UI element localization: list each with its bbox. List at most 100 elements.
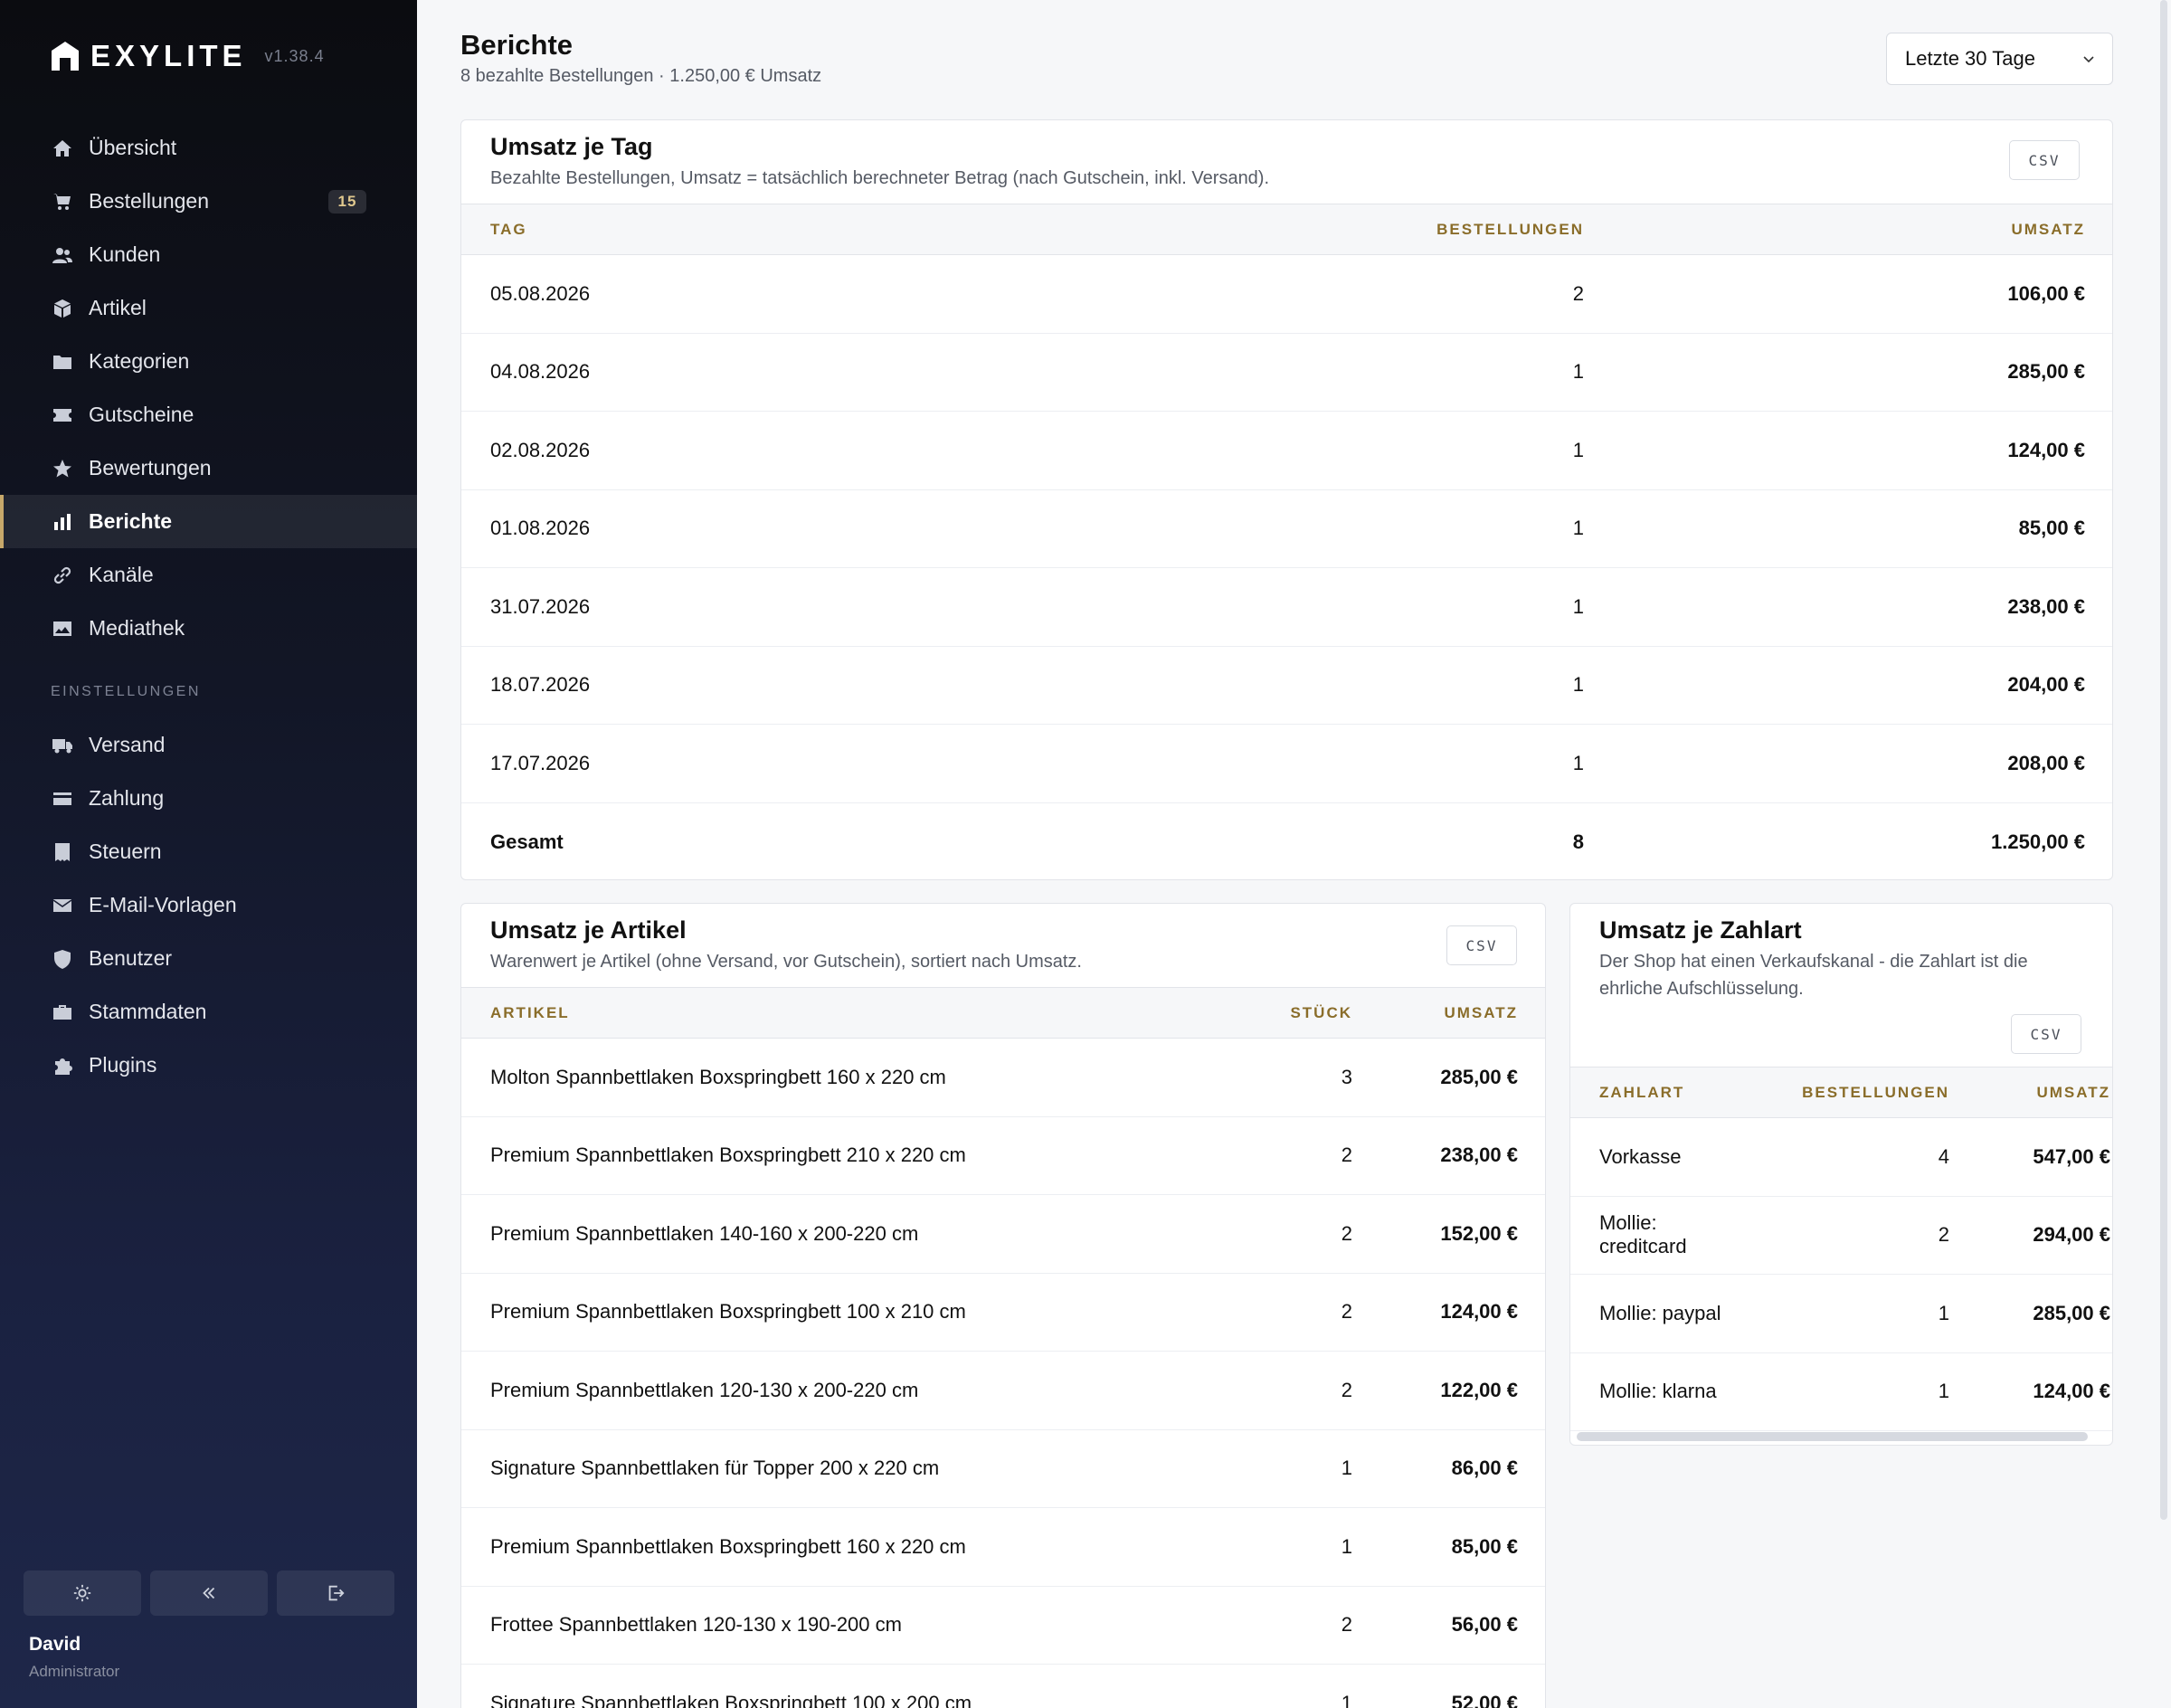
user-name: David [29,1634,81,1655]
column-header-tag[interactable]: Tag [461,204,1237,255]
cell-orders: 2 [1237,254,1598,334]
theme-toggle-button[interactable] [24,1570,141,1616]
cell-revenue: 285,00 € [1962,1274,2112,1353]
daily-csv-button[interactable]: CSV [2009,140,2080,180]
cell-payment-method: Mollie: creditcard [1570,1196,1749,1275]
nav-label: Stammdaten [89,1000,207,1023]
nav-label: Mediathek [89,616,185,640]
column-header-umsatz[interactable]: Umsatz [1962,1067,2112,1118]
cell-day: 02.08.2026 [461,411,1237,490]
nav-item-steuern[interactable]: Steuern [0,825,417,878]
main-nav: Übersicht Bestellungen 15 Kunden Artikel… [0,121,417,1092]
nav-item-email-vorlagen[interactable]: E-Mail-Vorlagen [0,878,417,932]
nav-label: Zahlung [89,786,165,810]
nav-label: Benutzer [89,946,173,970]
cell-day: 18.07.2026 [461,646,1237,725]
total-revenue: 1.250,00 € [1991,830,2085,853]
cell-revenue: 124,00 € [1598,411,2112,490]
column-header-bestellungen[interactable]: Bestellungen [1237,204,1598,255]
sidebar: EXYLITE v1.38.4 Übersicht Bestellungen 1… [0,0,417,1708]
cell-revenue: 86,00 € [1352,1429,1545,1508]
cell-revenue: 52,00 € [1352,1664,1545,1708]
cell-orders: 4 [1749,1117,1962,1197]
table-row: 18.07.2026 1 204,00 € [461,646,2112,725]
nav-label: Versand [89,733,166,756]
table-row: 02.08.2026 1 124,00 € [461,411,2112,490]
collapse-sidebar-button[interactable] [150,1570,268,1616]
app-version: v1.38.4 [264,46,325,65]
daily-revenue-card: Umsatz je Tag Bezahlte Bestellungen, Ums… [460,119,2113,880]
column-header-stueck[interactable]: Stück [1217,987,1352,1039]
cell-article-name: Frottee Spannbettlaken 120-130 x 190-200… [461,1586,1217,1665]
column-header-umsatz[interactable]: Umsatz [1598,204,2112,255]
card-title: Umsatz je Zahlart [1599,916,1802,944]
cell-day: 05.08.2026 [461,254,1237,334]
nav-label: Kunden [89,242,161,266]
cell-orders: 1 [1237,567,1598,647]
table-row: Frottee Spannbettlaken 120-130 x 190-200… [461,1586,1545,1665]
cell-revenue: 238,00 € [1598,567,2112,647]
receipt-icon [51,840,74,864]
brand[interactable]: EXYLITE v1.38.4 [49,38,325,74]
articles-csv-button[interactable]: CSV [1446,925,1517,965]
cell-article-name: Premium Spannbettlaken 140-160 x 200-220… [461,1194,1217,1274]
cell-orders: 1 [1237,411,1598,490]
chart-icon [51,510,74,534]
date-range-select[interactable]: Letzte 30 Tage [1886,33,2113,85]
table-row: Mollie: paypal 1 285,00 € [1570,1274,2112,1353]
current-user: David Administrator [29,1634,119,1681]
horizontal-scrollbar[interactable] [1577,1432,2088,1441]
table-row: Vorkasse 4 547,00 € [1570,1117,2112,1197]
nav-item-berichte[interactable]: Berichte [0,495,417,548]
logout-button[interactable] [277,1570,394,1616]
column-header-umsatz[interactable]: Umsatz [1352,987,1545,1039]
cell-day: 04.08.2026 [461,333,1237,412]
payments-csv-button[interactable]: CSV [2011,1014,2081,1054]
nav-label: Berichte [89,509,173,533]
cell-day: 17.07.2026 [461,724,1237,803]
nav-item-bewertungen[interactable]: Bewertungen [0,441,417,495]
nav-item-gutscheine[interactable]: Gutscheine [0,388,417,441]
cell-day: 01.08.2026 [461,489,1237,568]
briefcase-icon [51,1001,74,1024]
nav-item-kunden[interactable]: Kunden [0,228,417,281]
cell-revenue: 208,00 € [1598,724,2112,803]
cell-revenue: 294,00 € [1962,1196,2112,1275]
nav-item-bestellungen[interactable]: Bestellungen 15 [0,175,417,228]
column-header-zahlart[interactable]: Zahlart [1570,1067,1749,1118]
cell-revenue: 85,00 € [1352,1507,1545,1587]
nav-label: Gutscheine [89,403,194,426]
cell-revenue: 152,00 € [1352,1194,1545,1274]
nav-item-stammdaten[interactable]: Stammdaten [0,985,417,1039]
page-scrollbar[interactable] [2160,0,2167,1520]
nav-item-plugins[interactable]: Plugins [0,1039,417,1092]
table-row: Signature Spannbettlaken Boxspringbett 1… [461,1664,1545,1708]
nav-item-kategorien[interactable]: Kategorien [0,335,417,388]
link-icon [51,564,74,587]
cell-orders: 1 [1749,1352,1962,1431]
nav-label: Kanäle [89,563,154,586]
card-description: Der Shop hat einen Verkaufskanal - die Z… [1599,952,2028,999]
card-description: Bezahlte Bestellungen, Umsatz = tatsächl… [490,168,1270,188]
nav-item-versand[interactable]: Versand [0,718,417,772]
table-row: 04.08.2026 1 285,00 € [461,333,2112,412]
cell-qty: 2 [1217,1273,1352,1352]
cell-revenue: 238,00 € [1352,1116,1545,1195]
column-header-artikel[interactable]: Artikel [461,987,1217,1039]
total-orders: 8 [1572,830,1584,853]
cell-revenue: 204,00 € [1598,646,2112,725]
users-icon [51,243,74,267]
total-row: Gesamt 8 1.250,00 € [461,802,2112,879]
payment-revenue-card: Umsatz je Zahlart Der Shop hat einen Ver… [1569,903,2113,1446]
box-icon [51,297,74,320]
nav-item-benutzer[interactable]: Benutzer [0,932,417,985]
column-header-bestellungen[interactable]: Bestellungen [1749,1067,1962,1118]
chevrons-left-icon [203,1587,215,1599]
nav-item-uebersicht[interactable]: Übersicht [0,121,417,175]
cell-revenue: 285,00 € [1598,333,2112,412]
nav-item-kanaele[interactable]: Kanäle [0,548,417,602]
nav-item-artikel[interactable]: Artikel [0,281,417,335]
nav-item-mediathek[interactable]: Mediathek [0,602,417,655]
nav-item-zahlung[interactable]: Zahlung [0,772,417,825]
cell-payment-method: Vorkasse [1570,1117,1749,1197]
